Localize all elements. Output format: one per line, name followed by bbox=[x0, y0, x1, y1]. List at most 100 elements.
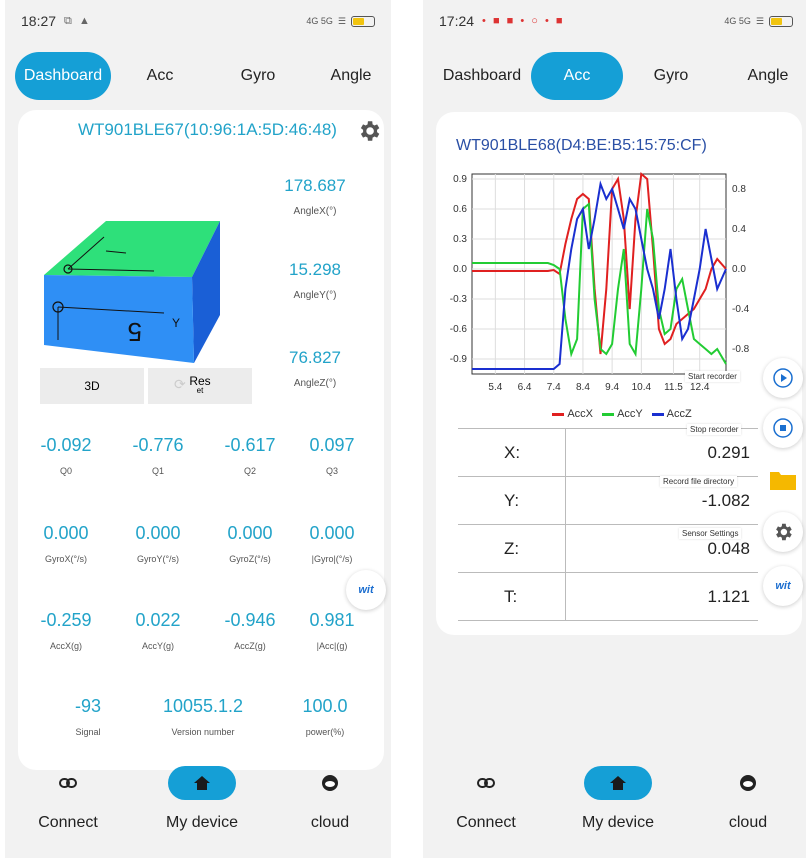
folder-icon bbox=[770, 472, 796, 490]
metric-value: 0.000 bbox=[227, 523, 273, 543]
stop-recorder-label: Stop recorder bbox=[687, 424, 742, 435]
acc-value-table: X: 0.291 Y: -1.082 Z: 0.048 T: 1.121 bbox=[458, 428, 758, 621]
metric-label: Signal bbox=[75, 727, 101, 737]
metric-label: GyroY(°/s) bbox=[136, 554, 180, 564]
y-tick-label: -0.3 bbox=[450, 294, 468, 305]
y-tick-label-right: -0.8 bbox=[732, 344, 750, 355]
nav-cloud[interactable]: cloud bbox=[693, 766, 803, 832]
angle-z-label: AngleZ(°) bbox=[293, 378, 337, 389]
metric-signal: -93 Signal bbox=[38, 696, 138, 737]
nav-my-device-label: My device bbox=[581, 814, 655, 831]
nav-connect[interactable]: Connect bbox=[431, 766, 541, 832]
cloud-icon bbox=[693, 766, 803, 800]
phone-dashboard: 18:27 ⧉ ▲ 4G 5G ☰ Dashboard Acc Gyro Ang… bbox=[5, 0, 391, 858]
tab-acc[interactable]: Acc bbox=[531, 52, 623, 100]
metric-label: AccY(g) bbox=[141, 641, 174, 651]
metric-value: 0.000 bbox=[309, 523, 355, 543]
settings-gear-icon[interactable] bbox=[356, 118, 382, 144]
device-name: WT901BLE68(D4:BE:B5:15:75:CF) bbox=[456, 137, 707, 154]
reset-label: Res bbox=[189, 374, 211, 388]
reset-button[interactable]: ⟳ Res et bbox=[148, 368, 252, 404]
record-directory-label: Record file directory bbox=[660, 476, 738, 487]
tab-gyro[interactable]: Gyro bbox=[639, 52, 703, 100]
status-time: 17:24 bbox=[439, 13, 475, 29]
angle-x: 178.687 AngleX(°) bbox=[270, 176, 360, 217]
nav-connect-label: Connect bbox=[456, 814, 516, 831]
wit-logo: wit bbox=[358, 584, 374, 596]
y-tick-label: 0.6 bbox=[453, 204, 467, 215]
legend-accx: AccX bbox=[567, 408, 593, 420]
cube-3d-view[interactable]: 5 Y bbox=[44, 215, 224, 365]
tab-dashboard[interactable]: Dashboard bbox=[437, 52, 527, 100]
wit-logo-button[interactable]: wit bbox=[346, 570, 386, 610]
nav-connect[interactable]: Connect bbox=[13, 766, 123, 832]
sensor-settings-label: Sensor Settings bbox=[679, 528, 742, 539]
metric-label: Q3 bbox=[325, 466, 338, 476]
metric-power: 100.0 power(%) bbox=[280, 696, 370, 737]
status-time: 18:27 bbox=[21, 13, 57, 29]
x-tick-label: 5.4 bbox=[488, 382, 502, 393]
link-icon bbox=[13, 766, 123, 800]
wit-logo-button[interactable]: wit bbox=[763, 566, 803, 606]
status-icons: • ■ ■ • ○ • ■ bbox=[482, 15, 565, 27]
tab-gyro[interactable]: Gyro bbox=[225, 52, 291, 100]
metric-accy: 0.022 AccY(g) bbox=[114, 610, 202, 651]
metric-q3: 0.097 Q3 bbox=[288, 435, 376, 476]
metric-label: Q2 bbox=[243, 466, 256, 476]
metric-label: GyroZ(°/s) bbox=[229, 554, 271, 564]
nav-cloud-label: cloud bbox=[728, 814, 768, 831]
metric-value: 0.000 bbox=[135, 523, 181, 543]
cube-face-letter: 5 bbox=[128, 317, 142, 347]
y-tick-label-right: 0.4 bbox=[732, 224, 746, 235]
view-3d-button[interactable]: 3D bbox=[40, 368, 144, 404]
y-tick-label: 0.9 bbox=[453, 174, 467, 185]
metric-gyrox: 0.000 GyroX(°/s) bbox=[22, 523, 110, 564]
angle-y: 15.298 AngleY(°) bbox=[270, 260, 360, 301]
metric-accx: -0.259 AccX(g) bbox=[22, 610, 110, 651]
battery-icon bbox=[351, 15, 375, 27]
status-icons: ⧉ ▲ bbox=[64, 14, 92, 27]
chart-legend: AccX AccY AccZ bbox=[436, 408, 802, 420]
tab-angle[interactable]: Angle bbox=[733, 52, 803, 100]
y-tick-label: 0.0 bbox=[453, 264, 467, 275]
sensor-settings-button[interactable] bbox=[763, 512, 803, 552]
metric-value: 0.022 bbox=[135, 610, 181, 630]
tab-dashboard[interactable]: Dashboard bbox=[15, 52, 111, 100]
status-right: 4G 5G ☰ bbox=[724, 15, 793, 27]
cube-side-letter: Y bbox=[172, 316, 180, 330]
metric-value: 10055.1.2 bbox=[162, 696, 244, 716]
legend-accz: AccZ bbox=[666, 408, 692, 420]
start-recorder-button[interactable] bbox=[763, 358, 803, 398]
metric-label: |Gyro|(°/s) bbox=[311, 554, 353, 564]
stop-recorder-button[interactable] bbox=[763, 408, 803, 448]
metric-label: AccZ(g) bbox=[234, 641, 266, 651]
angle-y-label: AngleY(°) bbox=[293, 290, 337, 301]
nav-cloud[interactable]: cloud bbox=[275, 766, 385, 832]
cloud-icon bbox=[275, 766, 385, 800]
play-icon bbox=[773, 368, 793, 388]
tab-angle[interactable]: Angle bbox=[315, 52, 387, 100]
metric-q1: -0.776 Q1 bbox=[114, 435, 202, 476]
table-row: T: 1.121 bbox=[458, 573, 758, 621]
x-tick-label: 8.4 bbox=[576, 382, 590, 393]
tab-bar: Dashboard Acc Gyro Angle bbox=[5, 52, 391, 100]
metric-label: AccX(g) bbox=[49, 641, 82, 651]
x-tick-label: 10.4 bbox=[632, 382, 652, 393]
metric-gyroy: 0.000 GyroY(°/s) bbox=[114, 523, 202, 564]
row-key: X: bbox=[458, 429, 566, 476]
gear-icon bbox=[776, 523, 792, 541]
record-directory-button[interactable] bbox=[763, 460, 803, 500]
nav-cloud-label: cloud bbox=[310, 814, 350, 831]
tab-acc[interactable]: Acc bbox=[127, 52, 193, 100]
y-tick-label: -0.6 bbox=[450, 324, 468, 335]
y-tick-label-right: 0.0 bbox=[732, 264, 746, 275]
nav-my-device-label: My device bbox=[165, 814, 239, 831]
tab-bar: Dashboard Acc Gyro Angle bbox=[423, 52, 806, 100]
nav-my-device[interactable]: My device bbox=[563, 766, 673, 832]
nav-connect-label: Connect bbox=[38, 814, 98, 831]
wit-logo: wit bbox=[775, 580, 791, 592]
nav-my-device[interactable]: My device bbox=[147, 766, 257, 832]
angle-z-value: 76.827 bbox=[289, 348, 341, 367]
network-label: 4G 5G bbox=[724, 16, 751, 26]
metric-acc-mag: 0.981 |Acc|(g) bbox=[288, 610, 376, 651]
